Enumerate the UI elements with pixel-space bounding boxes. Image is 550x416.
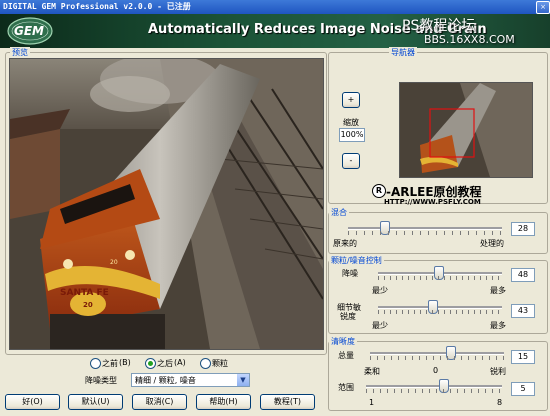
blend-max-label: 处理的 <box>480 239 504 248</box>
noise-value[interactable]: 48 <box>511 268 535 282</box>
zoom-out-button[interactable]: - <box>342 153 360 169</box>
watermark-url: BBS.16XX8.COM <box>424 33 515 46</box>
zoom-label: 缩放 <box>343 118 359 127</box>
watermark-title: PS教程论坛 <box>402 18 476 34</box>
range-value[interactable]: 5 <box>511 382 535 396</box>
cancel-button[interactable]: 取消(C) <box>132 394 187 410</box>
blend-label: 混合 <box>329 207 349 218</box>
blend-value[interactable]: 28 <box>511 222 535 236</box>
noise-label: 降噪 <box>342 269 358 278</box>
navigator-label: 导航器 <box>389 47 417 58</box>
preview-image[interactable]: SANTA FE 20 20 <box>9 58 324 350</box>
preview-label: 预览 <box>10 47 30 58</box>
close-icon: × <box>540 3 546 11</box>
slider-ticks <box>378 310 502 314</box>
radio-after[interactable] <box>145 358 156 369</box>
slider-ticks <box>366 389 502 393</box>
radio-after-accel: A <box>177 358 183 367</box>
gem-logo: GEM <box>6 16 54 46</box>
noise-slider[interactable] <box>378 266 502 280</box>
amount-value[interactable]: 15 <box>511 350 535 364</box>
radio-before[interactable] <box>90 358 101 369</box>
slider-ticks <box>378 276 502 280</box>
amount-label: 总量 <box>338 351 354 360</box>
radio-grain-label: 颗粒 <box>212 359 228 368</box>
noise-type-value: 精细 / 颗粒, 噪音 <box>135 376 196 385</box>
slider-ticks <box>348 231 502 235</box>
zoom-value[interactable]: 100% <box>339 128 365 142</box>
detail-value[interactable]: 43 <box>511 304 535 318</box>
nose-logo-text: SANTA FE <box>60 288 109 298</box>
help-button[interactable]: 帮助(H) <box>196 394 251 410</box>
header-banner: GEM Automatically Reduces Image Noise an… <box>0 14 550 48</box>
range-slider[interactable] <box>366 379 502 393</box>
range-max-label: 8 <box>497 398 503 407</box>
radio-grain[interactable] <box>200 358 211 369</box>
radio-before-label: 之前 <box>102 359 118 368</box>
radio-after-label: 之后 <box>157 359 173 368</box>
chevron-down-icon[interactable]: ▼ <box>237 374 249 386</box>
noise-max-label: 最多 <box>490 286 506 295</box>
detail-label-2: 锐度 <box>340 312 356 321</box>
amount-slider[interactable] <box>370 346 504 360</box>
range-label: 范围 <box>338 383 354 392</box>
window-title: DIGITAL GEM Professional v2.0.0 - 已注册 <box>3 2 191 11</box>
detail-slider[interactable] <box>378 300 502 314</box>
side-number: 20 <box>110 259 118 266</box>
default-button[interactable]: 默认(U) <box>68 394 123 410</box>
detail-max-label: 最多 <box>490 321 506 330</box>
noise-type-label: 降噪类型 <box>85 376 117 385</box>
nose-number: 20 <box>83 301 93 309</box>
navigator-thumbnail[interactable] <box>399 82 533 178</box>
blend-slider[interactable] <box>348 221 502 235</box>
detail-min-label: 最少 <box>372 321 388 330</box>
close-button[interactable]: × <box>536 1 550 14</box>
zoom-in-button[interactable]: + <box>342 92 360 108</box>
view-mode-group: 之前 (B) 之后 (A) 颗粒 <box>90 357 310 369</box>
credit-line2: HTTP://WWW.PSFLY.COM <box>384 198 481 206</box>
logo-text: GEM <box>14 24 44 38</box>
tutorial-button[interactable]: 教程(T) <box>260 394 315 410</box>
noise-type-select[interactable]: 精细 / 颗粒, 噪音 ▼ <box>131 373 250 387</box>
grain-control-label: 颗粒/噪音控制 <box>329 255 384 266</box>
noise-min-label: 最少 <box>372 286 388 295</box>
sharpen-label: 清晰度 <box>329 336 357 347</box>
ok-button[interactable]: 好(O) <box>5 394 60 410</box>
title-bar[interactable]: DIGITAL GEM Professional v2.0.0 - 已注册 × <box>0 0 550 14</box>
amount-zero-label: 0 <box>433 366 439 375</box>
blend-min-label: 原来的 <box>333 239 357 248</box>
radio-before-accel: B <box>122 358 128 367</box>
slider-ticks <box>370 356 504 360</box>
range-min-label: 1 <box>369 398 375 407</box>
credit-mark-icon: R <box>372 184 386 198</box>
amount-soft-label: 柔和 <box>364 367 380 376</box>
amount-sharp-label: 锐利 <box>490 367 506 376</box>
